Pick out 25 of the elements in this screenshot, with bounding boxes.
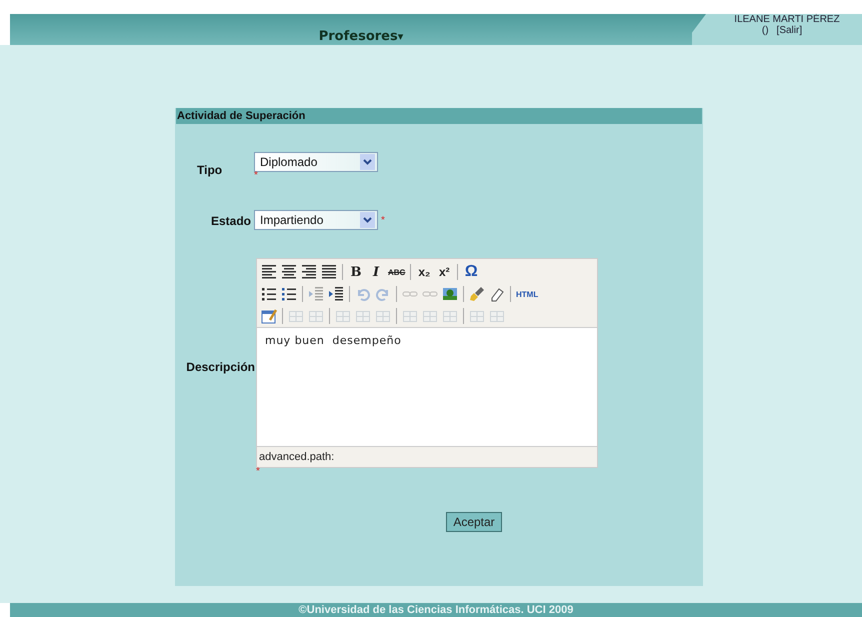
required-mark: * bbox=[381, 214, 385, 226]
italic-button[interactable]: I bbox=[366, 262, 386, 282]
accept-button[interactable]: Aceptar bbox=[446, 512, 502, 532]
dropdown[interactable]: Diplomado bbox=[254, 152, 378, 172]
editor-status-path: advanced.path: bbox=[257, 446, 597, 467]
copyright-text: ©Universidad de las Ciencias Informáticas. UCI 2009 bbox=[298, 604, 574, 616]
required-mark: * bbox=[256, 468, 261, 476]
required-mark: * bbox=[254, 172, 259, 180]
strike-button[interactable]: ABC bbox=[386, 262, 408, 282]
logout-link[interactable]: [Salir] bbox=[776, 25, 802, 36]
field-label: Estado bbox=[210, 213, 252, 228]
text-area[interactable]: muy buen desempeño bbox=[257, 327, 597, 446]
subscript-button[interactable]: x₂ bbox=[414, 262, 434, 282]
html-button[interactable]: HTML bbox=[514, 284, 540, 304]
omega-button[interactable]: Ω bbox=[461, 262, 482, 282]
field-label: Descripción bbox=[185, 360, 256, 374]
field-label: Tipo bbox=[196, 162, 224, 177]
dropdown[interactable]: Impartiendo bbox=[254, 210, 378, 230]
user-name: ILEANE MARTI PÉREZ bbox=[734, 14, 840, 25]
user-detail: () bbox=[762, 25, 769, 36]
cleanup-icon[interactable] bbox=[467, 284, 487, 304]
menu-button[interactable]: Profesores▾ bbox=[318, 14, 404, 45]
superscript-button[interactable]: x² bbox=[434, 262, 454, 282]
form-title: Actividad de Superación bbox=[176, 108, 702, 124]
bold-button[interactable]: B bbox=[346, 262, 366, 282]
